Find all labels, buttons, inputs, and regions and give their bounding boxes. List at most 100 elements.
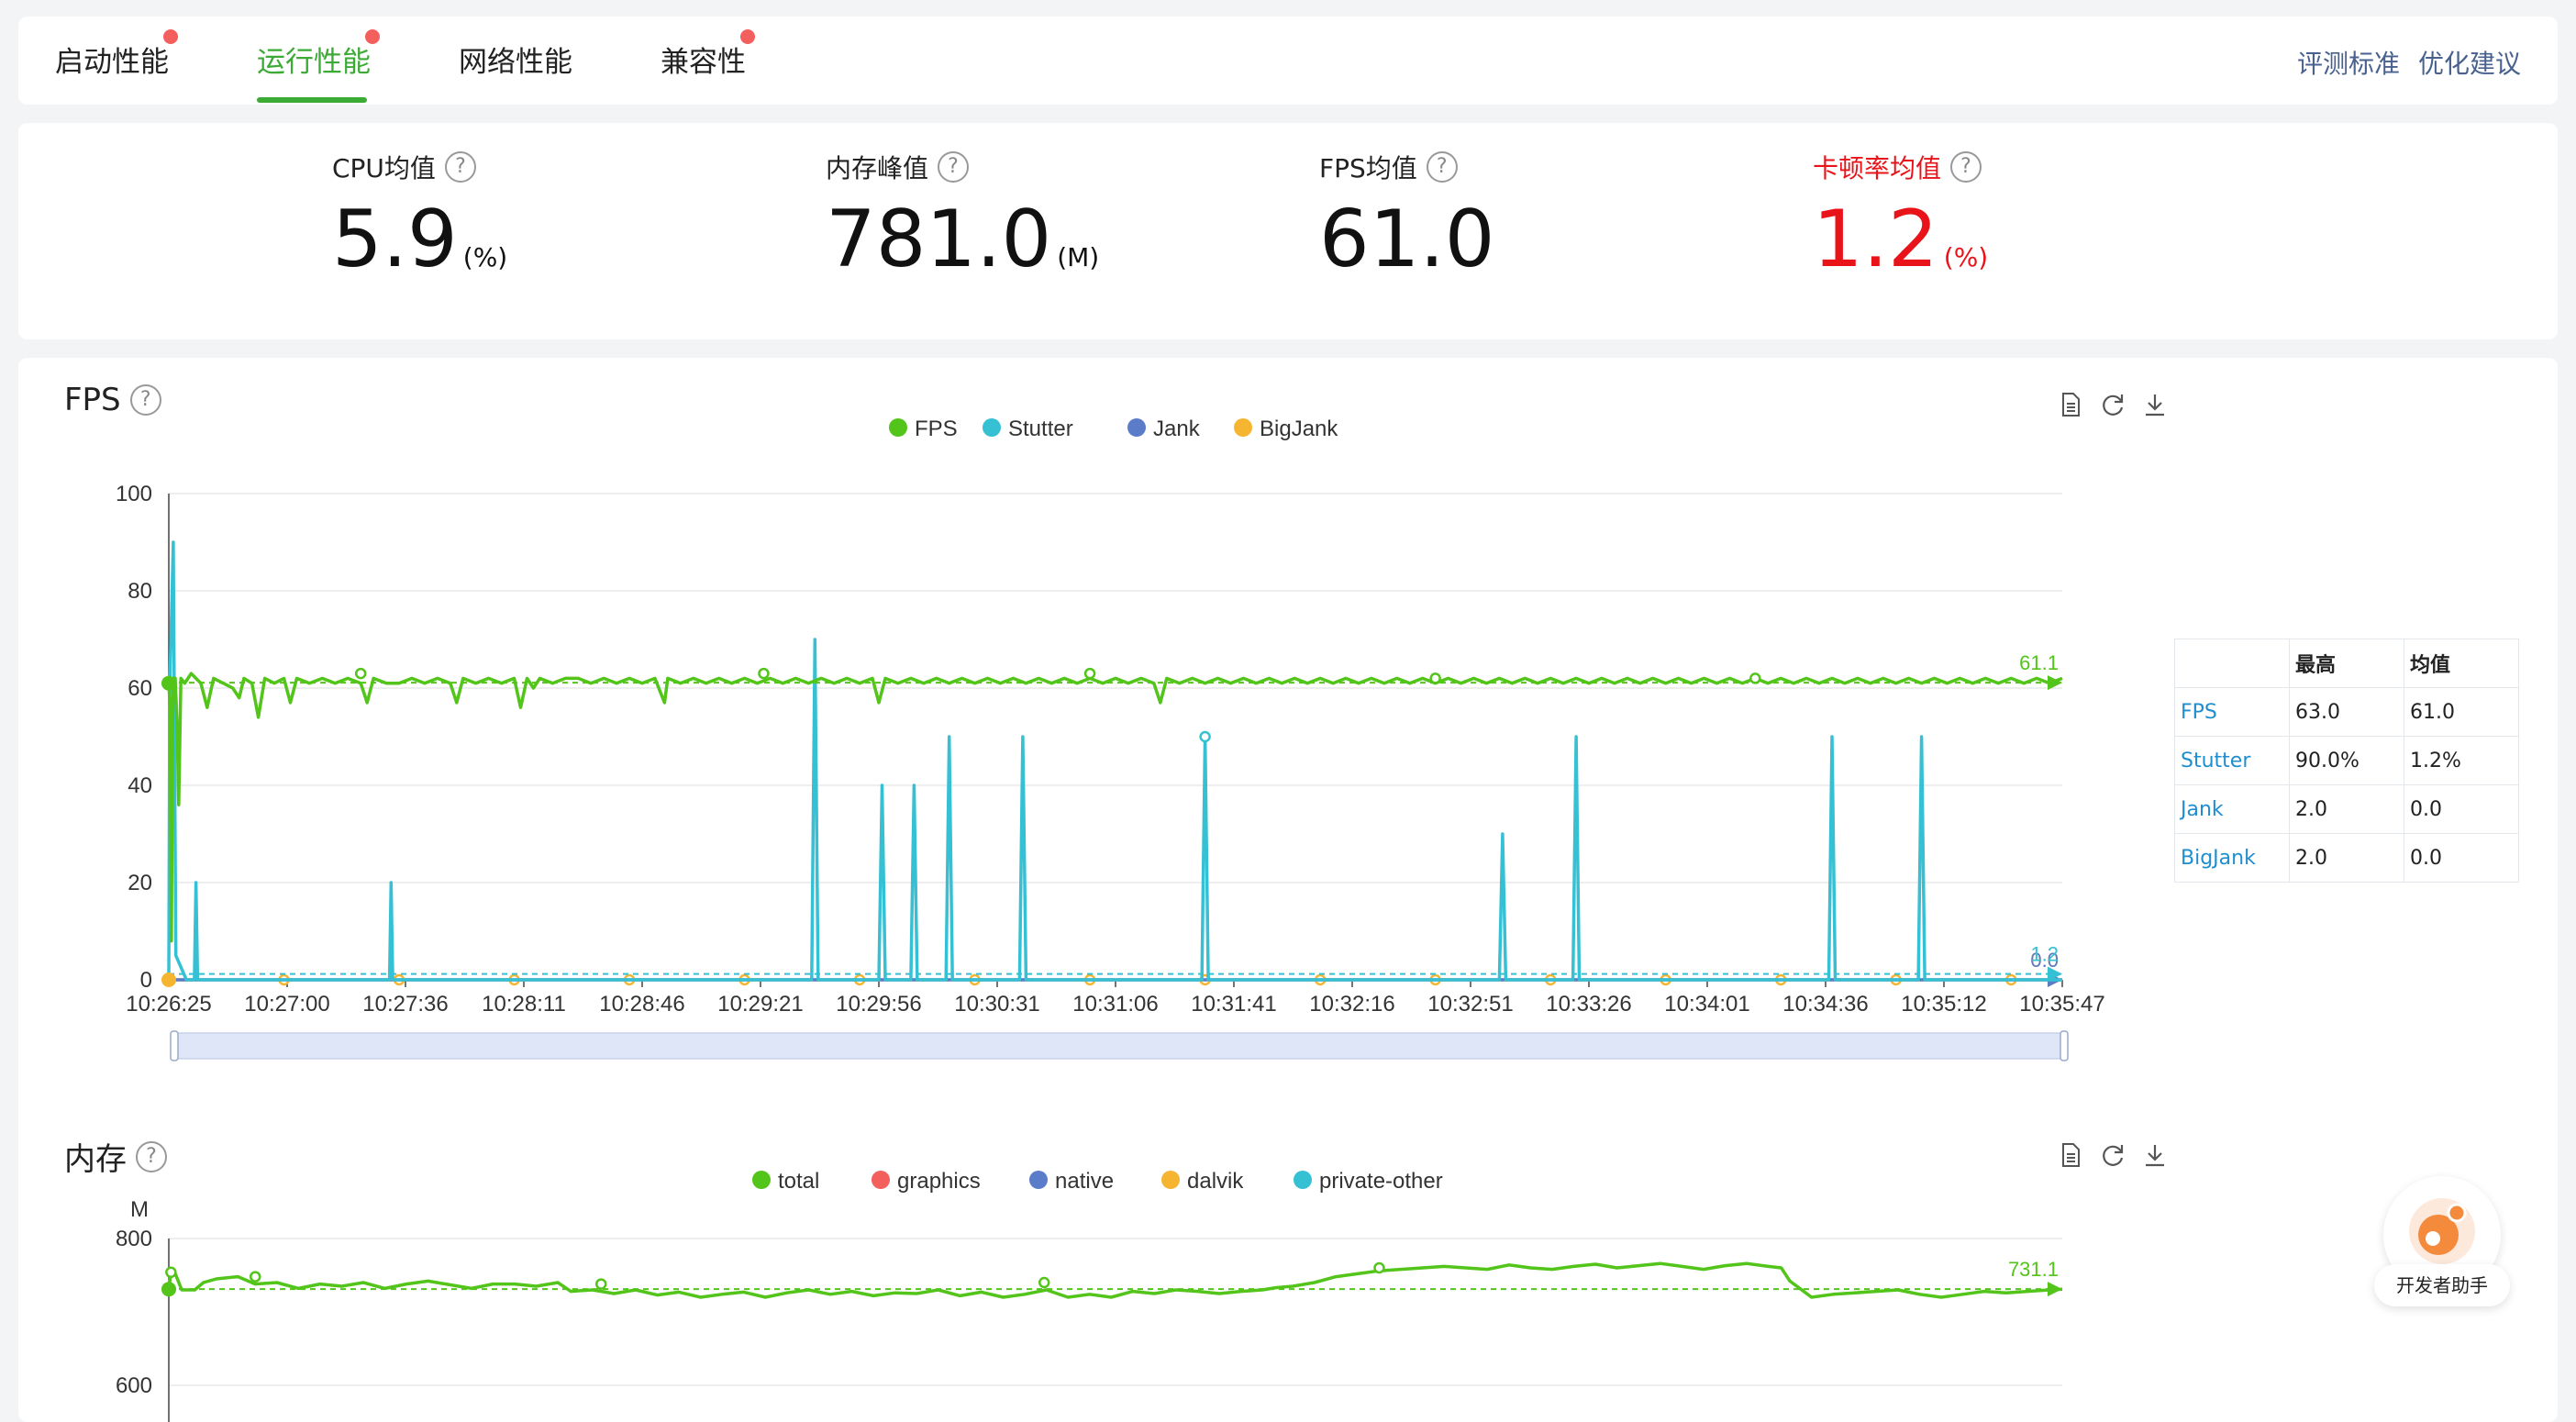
- legend-label: FPS: [915, 417, 958, 441]
- y-tick-label: 0: [140, 968, 152, 993]
- series-avg: 61.0: [2404, 687, 2519, 737]
- download-icon[interactable]: [2141, 1141, 2169, 1169]
- legend-item-stutter[interactable]: Stutter: [983, 417, 1073, 441]
- metric-label: 内存峰值 ?: [826, 149, 1099, 185]
- y-tick-label: 60: [128, 676, 152, 701]
- mean-label-total: 731.1: [2008, 1258, 2059, 1281]
- help-icon[interactable]: ?: [1950, 151, 1982, 183]
- table-header: 均值: [2404, 639, 2519, 688]
- legend-marker: [1127, 418, 1146, 437]
- mean-arrow-total: [2048, 1282, 2062, 1297]
- x-tick-label: 10:35:12: [1901, 992, 1986, 1017]
- x-tick-label: 10:34:36: [1782, 992, 1868, 1017]
- tab-label: 启动性能: [55, 46, 169, 79]
- y-axis-unit: M: [130, 1197, 149, 1222]
- series-line-total: [167, 1261, 2063, 1299]
- x-tick-label: 10:31:41: [1191, 992, 1276, 1017]
- table-row: BigJank 2.0 0.0: [2174, 833, 2519, 883]
- start-point-fps: [161, 675, 176, 691]
- series-line-fps: [167, 672, 2063, 943]
- start-point-total: [161, 1282, 176, 1297]
- table-header: [2174, 639, 2290, 688]
- x-tick-label: 10:28:11: [482, 992, 566, 1017]
- help-icon[interactable]: ?: [1426, 151, 1458, 183]
- series-name[interactable]: FPS: [2174, 687, 2290, 737]
- legend-label: Stutter: [1008, 417, 1073, 441]
- series-max: 63.0: [2289, 687, 2404, 737]
- table-header-row: 最高 均值: [2174, 639, 2519, 688]
- fps-axes: 0 20 40 60 80 100 10:26:25 10:27:00 10:27:36 10:2…: [116, 482, 2105, 1017]
- tab-runtime-performance[interactable]: 运行性能: [257, 29, 380, 80]
- fps-zoom-slider[interactable]: [170, 1030, 2069, 1061]
- x-tick-label: 10:27:00: [244, 992, 329, 1017]
- help-icon[interactable]: ?: [444, 151, 476, 183]
- memory-axes: M 600 800: [116, 1197, 2062, 1422]
- y-tick-label: 40: [128, 773, 152, 798]
- notification-dot: [740, 29, 755, 44]
- developer-helper-button[interactable]: 开发者助手: [2374, 1176, 2515, 1308]
- refresh-icon[interactable]: [2099, 1141, 2126, 1169]
- fps-stats-table: 最高 均值 FPS 63.0 61.0 Stutter 90.0% 1.2% J…: [2174, 639, 2519, 883]
- tab-label: 运行性能: [257, 46, 371, 79]
- notification-dot: [365, 29, 380, 44]
- help-icon[interactable]: ?: [136, 1140, 167, 1172]
- series-name[interactable]: Jank: [2174, 784, 2290, 834]
- x-tick-label: 10:30:31: [954, 992, 1039, 1017]
- table-row: Jank 2.0 0.0: [2174, 784, 2519, 834]
- y-tick-label: 800: [116, 1227, 152, 1251]
- metric-label: 卡顿率均值 ?: [1813, 149, 1988, 185]
- series-avg: 0.0: [2404, 784, 2519, 834]
- x-tick-label: 10:34:01: [1664, 992, 1749, 1017]
- table-header: 最高: [2289, 639, 2404, 688]
- start-point-bigjank: [161, 972, 176, 987]
- x-tick-label: 10:31:06: [1072, 992, 1158, 1017]
- legend-marker: [983, 418, 1001, 437]
- y-tick-label: 80: [128, 579, 152, 604]
- memory-section-title: 内存 ?: [64, 1134, 167, 1179]
- evaluation-criteria-link[interactable]: 评测标准: [2297, 44, 2400, 81]
- legend-item-bigjank[interactable]: BigJank: [1234, 417, 1338, 441]
- slider-handle-left: [170, 1030, 179, 1061]
- series-avg: 1.2%: [2404, 736, 2519, 785]
- metric-value: 1.2 (%): [1813, 194, 1989, 285]
- active-tab-underline: [257, 97, 367, 103]
- mean-label-fps: 61.1: [2019, 651, 2059, 674]
- metric-fps-avg: FPS均值 ? 61.0: [1319, 149, 1500, 279]
- data-point-total: [249, 1271, 261, 1283]
- tab-startup-performance[interactable]: 启动性能: [55, 29, 178, 80]
- table-row: FPS 63.0 61.0: [2174, 687, 2519, 737]
- x-tick-label: 10:32:16: [1309, 992, 1394, 1017]
- series-name[interactable]: BigJank: [2174, 833, 2290, 883]
- data-point-stutter: [1199, 730, 1211, 743]
- x-tick-label: 10:29:56: [836, 992, 921, 1017]
- metric-label: FPS均值 ?: [1319, 149, 1500, 185]
- data-point-total: [165, 1266, 177, 1279]
- slider-track: [173, 1032, 2063, 1060]
- metric-cpu-avg: CPU均值 ? 5.9 (%): [332, 149, 507, 279]
- metric-stutter-rate-avg: 卡顿率均值 ? 1.2 (%): [1813, 149, 1988, 279]
- tab-label: 兼容性: [661, 46, 746, 79]
- series-name[interactable]: Stutter: [2174, 736, 2290, 785]
- legend-item-fps[interactable]: FPS: [889, 417, 958, 441]
- legend-item-jank[interactable]: Jank: [1127, 417, 1201, 441]
- help-icon[interactable]: ?: [938, 151, 970, 183]
- tab-compatibility[interactable]: 兼容性: [661, 29, 755, 80]
- x-tick-label: 10:29:21: [717, 992, 803, 1017]
- series-max: 2.0: [2289, 833, 2404, 883]
- developer-helper-label: 开发者助手: [2374, 1264, 2510, 1306]
- data-point-fps: [354, 667, 367, 680]
- y-tick-label: 600: [116, 1373, 152, 1398]
- data-point-total: [1373, 1261, 1385, 1274]
- metrics-summary: CPU均值 ? 5.9 (%) 内存峰值 ? 781.0 (M) FPS均值 ? 6…: [18, 123, 2558, 339]
- tab-network-performance[interactable]: 网络性能: [459, 39, 572, 80]
- legend-label: Jank: [1153, 417, 1201, 441]
- fps-legend: FPS Stutter Jank BigJank: [889, 417, 1338, 441]
- doc-icon[interactable]: [2057, 1141, 2084, 1169]
- optimization-suggestions-link[interactable]: 优化建议: [2418, 44, 2521, 81]
- data-point-total: [1038, 1276, 1050, 1289]
- y-tick-label: 20: [128, 871, 152, 895]
- x-tick-label: 10:27:36: [362, 992, 448, 1017]
- metric-unit: (M): [1057, 242, 1100, 272]
- legend-marker: [889, 418, 907, 437]
- data-point-fps: [1083, 667, 1096, 680]
